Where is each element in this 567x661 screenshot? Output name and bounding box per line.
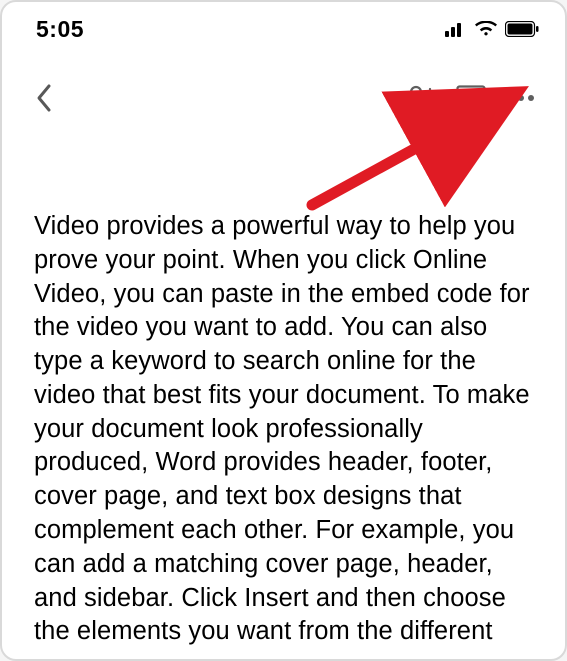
ellipsis-icon — [507, 94, 535, 102]
app-toolbar — [2, 50, 565, 122]
status-bar: 5:05 — [2, 2, 565, 50]
battery-icon — [505, 21, 539, 37]
cellular-signal-icon — [445, 21, 467, 37]
more-options-button[interactable] — [503, 80, 539, 116]
document-lines-icon — [456, 85, 486, 111]
document-body-text[interactable]: Video provides a powerful way to help yo… — [2, 122, 565, 649]
person-add-icon — [405, 85, 437, 111]
chevron-left-icon — [35, 83, 53, 113]
comments-button[interactable] — [453, 80, 489, 116]
add-person-button[interactable] — [403, 80, 439, 116]
phone-screen: 5:05 — [0, 0, 567, 661]
status-time: 5:05 — [36, 16, 84, 43]
wifi-icon — [475, 21, 497, 37]
status-indicators — [445, 21, 539, 37]
back-button[interactable] — [26, 80, 62, 116]
